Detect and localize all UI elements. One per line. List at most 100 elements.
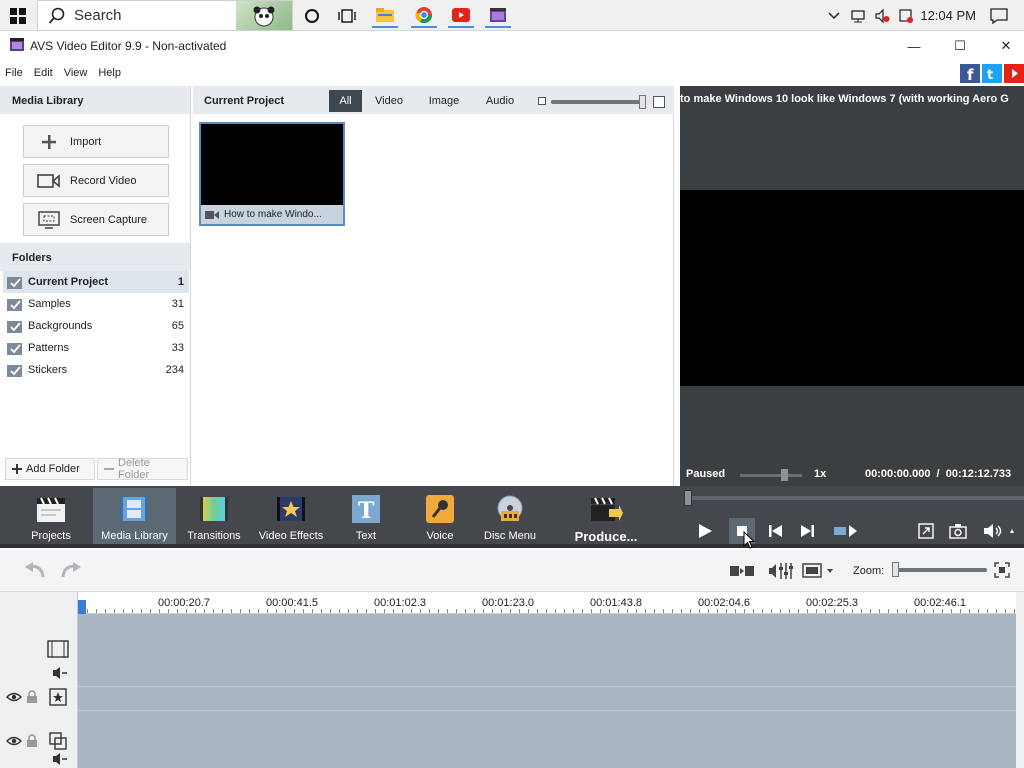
split-clip-icon[interactable]	[730, 563, 754, 579]
speed-slider-handle[interactable]	[781, 469, 788, 481]
tab-audio[interactable]: Audio	[478, 90, 522, 112]
snapshot-camera-icon[interactable]	[945, 518, 971, 544]
twitter-icon[interactable]: t	[982, 64, 1002, 83]
folder-patterns[interactable]: Patterns 33	[3, 337, 189, 359]
play-button[interactable]	[692, 518, 718, 544]
play-selection-button[interactable]	[831, 518, 861, 544]
next-frame-button[interactable]	[794, 518, 820, 544]
minus-icon	[104, 464, 114, 474]
windows-start-icon[interactable]	[0, 0, 36, 31]
zoom-slider[interactable]	[893, 568, 987, 572]
import-button[interactable]: Import	[23, 125, 169, 158]
file-explorer-icon[interactable]	[372, 3, 398, 28]
fullscreen-icon[interactable]	[913, 518, 939, 544]
media-clip-thumbnail[interactable]: How to make Windo...	[199, 122, 345, 226]
effects-track-icon	[49, 688, 67, 706]
tool-projects[interactable]: Projects	[10, 488, 92, 544]
timeline-vertical-scrollbar[interactable]	[1016, 592, 1024, 768]
fit-to-window-icon[interactable]	[994, 562, 1010, 578]
record-video-button[interactable]: Record Video	[23, 164, 169, 197]
folder-name: Stickers	[28, 364, 68, 376]
undo-icon[interactable]	[24, 562, 46, 580]
track-visibility-eye-icon[interactable]	[6, 735, 22, 747]
timeline-tracks-area[interactable]	[78, 614, 1016, 768]
taskbar-search-box[interactable]: Search	[37, 0, 293, 31]
volume-muted-icon[interactable]	[874, 8, 890, 24]
tool-label: Produce...	[574, 529, 638, 544]
zoom-slider-handle[interactable]	[892, 562, 899, 577]
menu-help[interactable]: Help	[93, 67, 127, 79]
audio-mixer-icon[interactable]	[768, 562, 794, 580]
avs-video-editor-taskbar-icon[interactable]	[485, 3, 511, 28]
folder-samples[interactable]: Samples 31	[3, 293, 189, 315]
track-visibility-eye-icon[interactable]	[6, 691, 22, 703]
tool-label: Text	[355, 530, 377, 542]
svg-text:T: T	[358, 498, 375, 523]
folder-count: 234	[165, 364, 184, 376]
timeline-ruler[interactable]	[78, 592, 1016, 614]
tab-video[interactable]: Video	[369, 90, 409, 112]
tool-label: Projects	[31, 530, 71, 542]
record-video-label: Record Video	[70, 174, 137, 187]
track-lock-icon[interactable]	[26, 733, 38, 748]
youtube-icon[interactable]	[448, 3, 474, 28]
seek-handle[interactable]	[684, 490, 692, 506]
playback-seek-bar[interactable]	[684, 496, 1024, 500]
youtube-social-icon[interactable]	[1004, 64, 1024, 83]
volume-icon[interactable]	[979, 518, 1019, 544]
screen-capture-icon	[36, 210, 62, 229]
search-placeholder: Search	[74, 7, 122, 24]
facebook-icon[interactable]: f	[960, 64, 980, 83]
clip-label: How to make Windo...	[224, 209, 322, 220]
chrome-icon[interactable]	[411, 3, 437, 28]
menu-edit[interactable]: Edit	[29, 67, 59, 79]
speed-slider[interactable]	[740, 474, 802, 477]
network-icon[interactable]	[850, 8, 866, 24]
tool-text[interactable]: T Text	[340, 488, 392, 544]
tool-label: Voice	[426, 530, 454, 542]
tool-label: Video Effects	[258, 530, 324, 542]
track-mute-icon[interactable]	[52, 752, 68, 766]
redo-icon[interactable]	[60, 562, 82, 580]
task-view-icon[interactable]	[334, 3, 360, 28]
slider-handle[interactable]	[639, 95, 646, 109]
tool-disc-menu[interactable]: Disc Menu	[480, 488, 540, 544]
previous-frame-button[interactable]	[763, 518, 789, 544]
thumbnail-size-slider[interactable]	[551, 100, 646, 104]
import-label: Import	[70, 135, 102, 148]
thumbnail-small-icon[interactable]	[538, 97, 546, 105]
playhead-marker[interactable]	[78, 600, 86, 614]
current-project-title: Current Project	[204, 95, 285, 107]
minimize-button[interactable]: —	[891, 31, 937, 61]
tool-produce[interactable]: Produce...	[568, 488, 644, 544]
menu-file[interactable]: File	[0, 67, 29, 79]
clock[interactable]: 12:04 PM	[920, 8, 976, 23]
produce-clapper-icon	[589, 494, 623, 523]
tool-video-effects[interactable]: Video Effects	[254, 488, 328, 544]
menu-view[interactable]: View	[59, 67, 94, 79]
folder-stickers[interactable]: Stickers 234	[3, 359, 189, 381]
cortana-icon[interactable]	[299, 3, 325, 28]
tool-media-library[interactable]: Media Library	[93, 488, 176, 544]
chevron-up-icon[interactable]	[828, 11, 840, 20]
track-lock-icon[interactable]	[26, 689, 38, 704]
maximize-button[interactable]: ☐	[937, 31, 983, 61]
preview-video-screen[interactable]	[680, 190, 1024, 386]
tool-transitions[interactable]: Transitions	[180, 488, 248, 544]
screen-capture-button[interactable]: Screen Capture	[23, 203, 169, 236]
tool-voice[interactable]: Voice	[412, 488, 468, 544]
thumbnail-large-icon[interactable]	[653, 96, 665, 108]
track-divider	[78, 686, 1016, 687]
tab-image[interactable]: Image	[421, 90, 467, 112]
action-center-warning-icon[interactable]	[898, 8, 914, 24]
delete-folder-button[interactable]: Delete Folder	[97, 457, 188, 481]
storyboard-view-icon[interactable]	[802, 562, 836, 580]
track-mute-icon[interactable]	[52, 666, 68, 680]
folder-backgrounds[interactable]: Backgrounds 65	[3, 315, 189, 337]
folder-current-project[interactable]: Current Project 1	[3, 271, 189, 293]
video-camera-icon	[205, 210, 219, 220]
notifications-icon[interactable]	[990, 7, 1008, 24]
add-folder-button[interactable]: Add Folder	[5, 458, 95, 480]
tab-all[interactable]: All	[329, 90, 362, 112]
close-button[interactable]: ✕	[983, 31, 1024, 61]
